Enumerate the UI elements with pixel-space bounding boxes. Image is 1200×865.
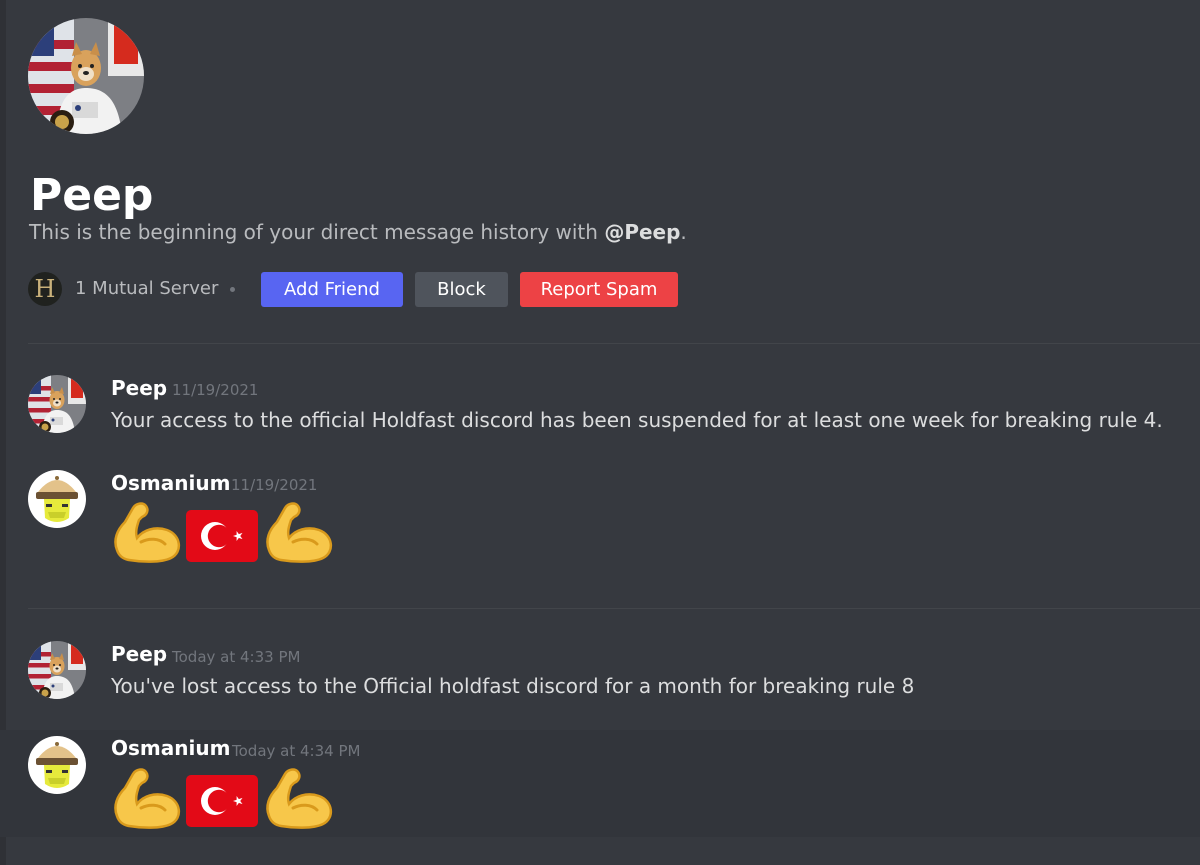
message-item: Osmanium Today at 4:34 PM	[0, 730, 1200, 837]
message-timestamp: Today at 4:34 PM	[232, 742, 361, 760]
message-avatar[interactable]	[28, 375, 86, 433]
add-friend-button[interactable]: Add Friend	[261, 272, 403, 307]
message-timestamp: Today at 4:33 PM	[172, 648, 301, 666]
divider	[28, 608, 1200, 609]
message-emojis	[111, 500, 351, 564]
intro-prefix: This is the beginning of your direct mes…	[29, 220, 605, 244]
divider	[28, 343, 1200, 344]
message-timestamp: 11/19/2021	[231, 476, 318, 494]
flexed-biceps-emoji	[111, 500, 183, 564]
message-avatar[interactable]	[28, 736, 86, 794]
message-timestamp: 11/19/2021	[172, 381, 259, 399]
dm-intro-text: This is the beginning of your direct mes…	[29, 220, 687, 244]
separator-dot	[230, 287, 235, 292]
message-author[interactable]: Peep	[111, 642, 167, 666]
message-author[interactable]: Osmanium	[111, 736, 230, 760]
message-text: Your access to the official Holdfast dis…	[111, 408, 1163, 432]
profile-avatar[interactable]	[28, 18, 144, 134]
turkey-flag-emoji	[186, 510, 258, 562]
flexed-biceps-emoji	[263, 500, 335, 564]
message-avatar[interactable]	[28, 470, 86, 528]
intro-suffix: .	[680, 220, 687, 244]
mutual-actions-row: H 1 Mutual Server Add Friend Block Repor…	[28, 270, 728, 308]
profile-name: Peep	[30, 170, 154, 221]
block-button[interactable]: Block	[415, 272, 508, 307]
message-item: Peep Today at 4:33 PM You've lost access…	[0, 626, 1200, 726]
message-emojis	[111, 766, 351, 830]
turkey-flag-emoji	[186, 775, 258, 827]
mutual-servers-link[interactable]: 1 Mutual Server	[75, 278, 218, 299]
mutual-server-icon[interactable]: H	[28, 272, 62, 306]
message-item: Osmanium 11/19/2021	[0, 460, 1200, 580]
message-item: Peep 11/19/2021 Your access to the offic…	[0, 360, 1200, 450]
message-avatar[interactable]	[28, 641, 86, 699]
message-author[interactable]: Osmanium	[111, 471, 230, 495]
report-spam-button[interactable]: Report Spam	[520, 272, 678, 307]
flexed-biceps-emoji	[263, 766, 335, 830]
message-author[interactable]: Peep	[111, 376, 167, 400]
intro-handle: @Peep	[604, 220, 681, 244]
flexed-biceps-emoji	[111, 766, 183, 830]
message-text: You've lost access to the Official holdf…	[111, 674, 915, 698]
